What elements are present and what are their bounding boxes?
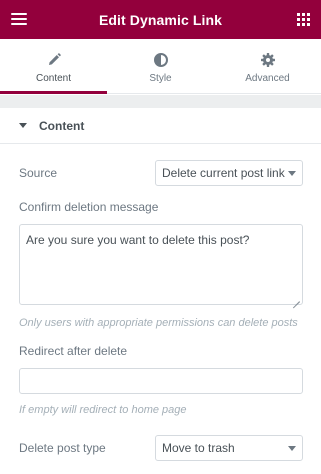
chevron-down-icon (288, 446, 296, 451)
source-label: Source (19, 166, 58, 180)
confirm-message-textarea[interactable]: Are you sure you want to delete this pos… (19, 224, 303, 305)
tab-content[interactable]: Content (0, 39, 107, 94)
redirect-note: If empty will redirect to home page (19, 404, 187, 416)
caret-down-icon (19, 123, 27, 128)
section-title: Content (39, 118, 85, 133)
confirm-message-value: Are you sure you want to delete this pos… (26, 233, 250, 247)
confirm-message-note: Only users with appropriate permissions … (19, 317, 298, 329)
redirect-input[interactable] (19, 368, 303, 394)
section-content-toggle[interactable]: Content (0, 108, 321, 144)
confirm-message-label: Confirm deletion message (19, 200, 159, 214)
delete-type-value: Move to trash (162, 441, 235, 455)
redirect-label: Redirect after delete (19, 344, 128, 358)
section-gap (0, 95, 321, 108)
chevron-down-icon (288, 171, 296, 176)
delete-type-select[interactable]: Move to trash (155, 435, 303, 461)
panel-tabs: Content Style Advanced (0, 39, 321, 94)
hamburger-icon[interactable] (11, 13, 27, 25)
source-select-value: Delete current post link (162, 166, 285, 180)
pencil-icon (47, 49, 61, 67)
gear-icon (260, 49, 275, 67)
tab-content-label: Content (35, 72, 72, 84)
panel-title: Edit Dynamic Link (98, 11, 223, 28)
resize-handle-icon[interactable] (293, 295, 300, 302)
tab-style-label: Style (149, 72, 172, 84)
tab-advanced-label: Advanced (245, 72, 290, 84)
source-select[interactable]: Delete current post link (155, 160, 303, 186)
tab-style[interactable]: Style (107, 39, 214, 93)
delete-type-label: Delete post type (19, 441, 106, 455)
grid-icon[interactable] (297, 13, 310, 26)
editor-header: Edit Dynamic Link (0, 0, 321, 39)
tab-advanced[interactable]: Advanced (214, 39, 321, 93)
half-circle-icon (153, 49, 168, 67)
